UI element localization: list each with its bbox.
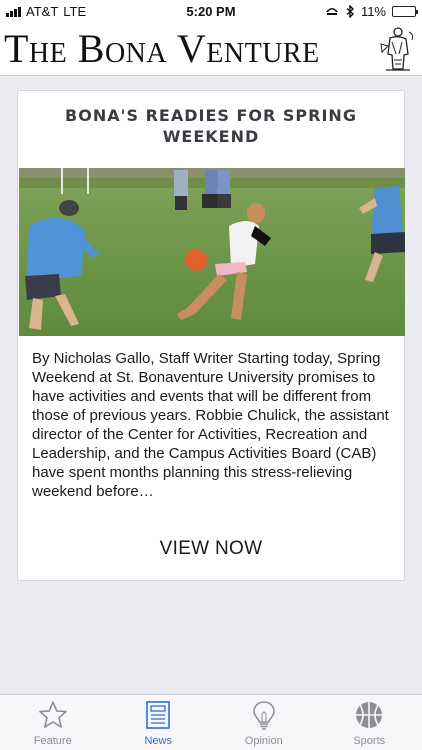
tab-sports-label: Sports: [353, 735, 386, 747]
bluetooth-icon: [346, 5, 354, 18]
view-now-button[interactable]: VIEW NOW: [18, 538, 404, 560]
tab-bar: Feature News Opinion Sports: [0, 694, 422, 750]
tab-news-label: News: [144, 735, 172, 747]
lightbulb-icon: [252, 701, 275, 730]
basketball-icon: [356, 702, 383, 728]
tab-news[interactable]: News: [106, 695, 212, 750]
newspaper-mascot-logo-icon: [377, 25, 417, 73]
masthead: The Bona Venture: [0, 22, 422, 76]
battery-icon: [392, 6, 418, 17]
status-bar: AT&T LTE 5:20 PM 11%: [0, 0, 422, 22]
star-icon: [38, 701, 67, 728]
tab-opinion[interactable]: Opinion: [211, 695, 317, 750]
tab-sports[interactable]: Sports: [317, 695, 422, 750]
article-title: Bona's Readies for Spring Weekend: [65, 106, 357, 146]
masthead-title: The Bona Venture: [4, 26, 320, 71]
article-excerpt: By Nicholas Gallo, Staff Writer Starting…: [32, 350, 389, 500]
tab-opinion-label: Opinion: [244, 735, 283, 747]
tab-feature[interactable]: Feature: [0, 695, 106, 750]
tab-feature-label: Feature: [33, 735, 72, 747]
battery-percent: 11%: [360, 4, 386, 19]
alarm-icon: [325, 7, 338, 15]
students-playing-kickball-photo[interactable]: [19, 168, 405, 336]
article-card[interactable]: Bona's Readies for Spring Weekend: [17, 90, 405, 581]
newspaper-icon: [146, 701, 171, 729]
